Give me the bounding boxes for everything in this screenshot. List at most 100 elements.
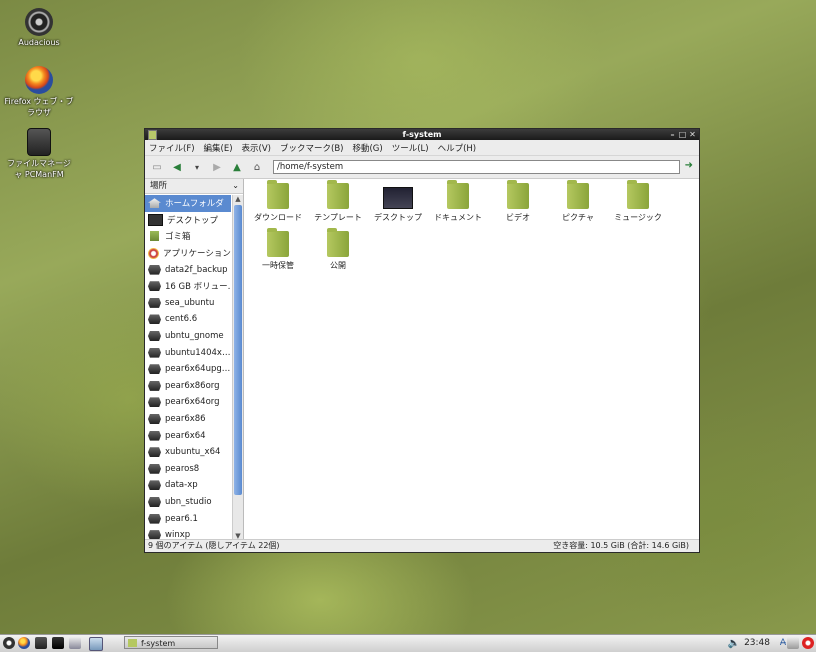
chevron-down-icon[interactable]: ⌄ <box>232 179 239 193</box>
window-title: f-system <box>402 130 442 139</box>
toolbar: ▭ ◀ ▾ ▶ ▲ ⌂ /home/f-system ➜ <box>145 156 699 179</box>
file-manager-icon <box>27 128 51 156</box>
scroll-up-icon[interactable]: ▲ <box>233 195 243 203</box>
place-applications[interactable]: アプリケーション <box>145 245 231 262</box>
content-area: 場所 ⌄ ホームフォルダ デスクトップ ゴミ箱 アプリケーション data2f_… <box>145 179 699 540</box>
place-volume[interactable]: pear6x86 <box>145 411 231 428</box>
history-dropdown-button[interactable]: ▾ <box>189 159 205 175</box>
window-switch-icon[interactable] <box>69 637 81 649</box>
minimize-icon[interactable]: – <box>668 129 677 140</box>
sidebar-title: 場所 <box>150 181 168 191</box>
folder-icon <box>567 180 589 209</box>
network-icon[interactable] <box>787 637 799 649</box>
place-home[interactable]: ホームフォルダ <box>145 195 231 212</box>
back-button[interactable]: ◀ <box>169 159 185 175</box>
menu-edit[interactable]: 編集(E) <box>204 142 233 154</box>
menu-tools[interactable]: ツール(L) <box>392 142 429 154</box>
taskbar: f-system 🔈 23:48 A̶ <box>0 634 816 652</box>
file-item[interactable]: テンプレート <box>308 180 368 223</box>
place-volume[interactable]: ubntu_gnome <box>145 328 231 345</box>
file-view: ダウンロード テンプレート デスクトップ ドキュメント ビデオ ピクチャ ミュー… <box>244 179 699 540</box>
up-button[interactable]: ▲ <box>229 159 245 175</box>
menu-go[interactable]: 移動(G) <box>352 142 382 154</box>
input-method-icon[interactable]: A̶ <box>780 636 786 651</box>
desktop-icon-label: ファイルマネージャ PCManFM <box>7 159 71 179</box>
clock[interactable]: 23:48 <box>744 636 770 651</box>
desktop-icon-firefox[interactable]: Firefox ウェブ・ブラウザ <box>4 66 74 118</box>
file-item[interactable]: ビデオ <box>488 180 548 223</box>
firefox-icon[interactable] <box>18 637 30 649</box>
drive-icon <box>148 447 161 458</box>
close-icon[interactable]: ✕ <box>688 129 697 140</box>
terminal-icon[interactable] <box>52 637 64 649</box>
desktop-folder-icon <box>383 187 413 209</box>
drive-icon <box>148 496 161 507</box>
menu-view[interactable]: 表示(V) <box>242 142 271 154</box>
menu-bookmarks[interactable]: ブックマーク(B) <box>280 142 343 154</box>
folder-icon <box>327 180 349 209</box>
sidebar-header[interactable]: 場所 ⌄ <box>145 179 243 194</box>
place-volume[interactable]: data-xp <box>145 477 231 494</box>
power-icon[interactable] <box>802 637 814 649</box>
applications-icon <box>148 247 159 259</box>
place-volume[interactable]: pearos8 <box>145 461 231 478</box>
drive-icon <box>148 414 161 425</box>
desktop-show-icon[interactable] <box>89 637 103 651</box>
menu-help[interactable]: ヘルプ(H) <box>438 142 477 154</box>
sidebar-scrollbar[interactable]: ▲ ▼ <box>232 195 243 540</box>
menu-start-icon[interactable] <box>3 637 15 649</box>
file-item[interactable]: 公開 <box>308 228 368 271</box>
maximize-icon[interactable]: □ <box>678 129 687 140</box>
place-desktop[interactable]: デスクトップ <box>145 212 231 229</box>
place-trash[interactable]: ゴミ箱 <box>145 228 231 245</box>
place-volume[interactable]: pear6x64 <box>145 427 231 444</box>
window-titlebar[interactable]: f-system – □ ✕ <box>145 129 699 140</box>
folder-icon <box>327 228 349 257</box>
place-volume[interactable]: sea_ubuntu <box>145 295 231 312</box>
place-volume[interactable]: pear6x64org <box>145 394 231 411</box>
place-volume[interactable]: ubuntu1404x… <box>145 344 231 361</box>
drive-icon <box>148 347 161 358</box>
file-item[interactable]: ダウンロード <box>248 180 308 223</box>
file-item[interactable]: デスクトップ <box>368 183 428 223</box>
place-volume[interactable]: ubn_studio <box>145 494 231 511</box>
address-bar[interactable]: /home/f-system <box>273 160 680 174</box>
new-tab-button[interactable]: ▭ <box>149 159 165 175</box>
place-volume[interactable]: pear6x64upg… <box>145 361 231 378</box>
place-volume[interactable]: pear6x86org <box>145 378 231 395</box>
taskbar-task-f-system[interactable]: f-system <box>124 636 218 649</box>
drive-icon <box>148 264 161 275</box>
drive-icon <box>148 314 161 325</box>
desktop-icon-file-manager[interactable]: ファイルマネージャ PCManFM <box>4 128 74 180</box>
go-button[interactable]: ➜ <box>685 160 693 171</box>
folder-icon <box>267 228 289 257</box>
drive-icon <box>148 513 161 524</box>
scrollbar-thumb[interactable] <box>234 205 242 495</box>
menu-file[interactable]: ファイル(F) <box>149 142 195 154</box>
desktop-icon-label: Audacious <box>18 38 60 47</box>
place-volume[interactable]: data2f_backup <box>145 261 231 278</box>
drive-icon <box>148 297 161 308</box>
drive-icon <box>148 281 161 292</box>
desktop-icon-label: Firefox ウェブ・ブラウザ <box>4 97 74 117</box>
forward-button[interactable]: ▶ <box>209 159 225 175</box>
places-sidebar: 場所 ⌄ ホームフォルダ デスクトップ ゴミ箱 アプリケーション data2f_… <box>145 179 244 540</box>
file-manager-icon[interactable] <box>35 637 47 649</box>
volume-icon[interactable]: 🔈 <box>728 636 740 651</box>
place-volume[interactable]: pear6.1 <box>145 510 231 527</box>
folder-icon <box>148 130 157 140</box>
place-volume[interactable]: 16 GB ボリュー… <box>145 278 231 295</box>
file-item[interactable]: ミュージック <box>608 180 668 223</box>
file-item[interactable]: ドキュメント <box>428 180 488 223</box>
desktop-icon-audacious[interactable]: Audacious <box>4 8 74 47</box>
status-bar: 9 個のアイテム (隠しアイテム 22個) 空き容量: 10.5 GiB (合計… <box>145 539 699 552</box>
drive-icon <box>148 430 161 441</box>
audacious-icon <box>25 8 53 36</box>
place-volume[interactable]: xubuntu_x64 <box>145 444 231 461</box>
file-item[interactable]: ピクチャ <box>548 180 608 223</box>
drive-icon <box>148 364 161 375</box>
place-volume[interactable]: cent6.6 <box>145 311 231 328</box>
free-space: 空き容量: 10.5 GiB (合計: 14.6 GiB) <box>553 541 689 550</box>
file-item[interactable]: 一時保管 <box>248 228 308 271</box>
home-button[interactable]: ⌂ <box>249 159 265 175</box>
